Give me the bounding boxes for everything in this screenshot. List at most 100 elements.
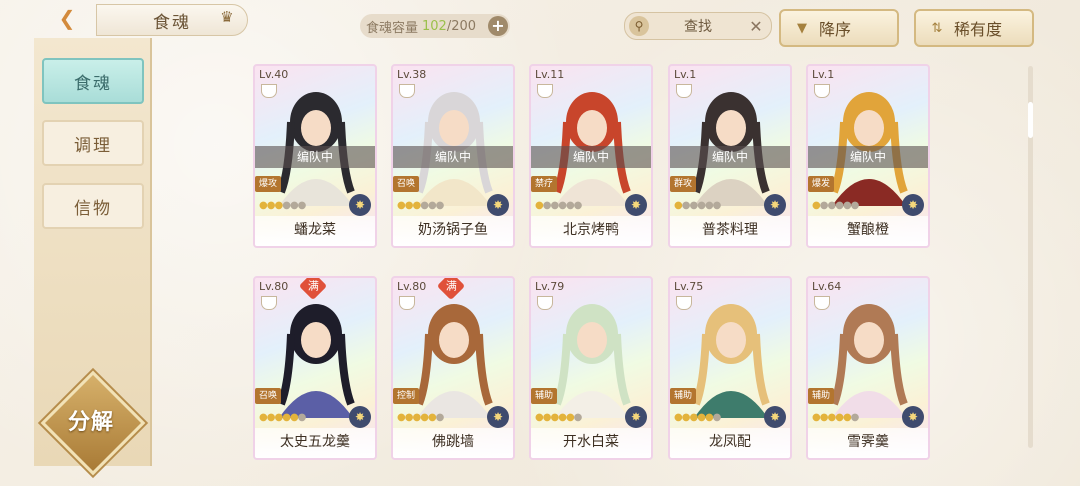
back-arrow-icon[interactable]: ❮ [52,6,82,30]
element-icon: ✸ [902,194,924,216]
element-icon: ✸ [487,194,509,216]
food-soul-card[interactable]: Lv.75 辅助 ●●●●●● ✸ 龙凤配 [668,276,792,460]
star-icon: ● [573,200,583,211]
role-badge: 群攻 [670,176,696,192]
in-team-banner: 编队中 [531,146,651,168]
character-name: 奶汤锅子鱼 [393,216,513,246]
food-soul-card[interactable]: Lv.38 编队中 召唤 ●●●●●● ✸ 奶汤锅子鱼 [391,64,515,248]
scrollbar-thumb[interactable] [1028,102,1033,138]
star-icon: ● [420,200,429,211]
element-icon: ✸ [764,406,786,428]
food-soul-card[interactable]: Lv.79 辅助 ●●●●●● ✸ 开水白菜 [529,276,653,460]
capacity-bar: 食魂容量 102 /200 + [360,14,510,38]
element-icon: ✸ [902,406,924,428]
star-icon: ● [704,200,714,211]
in-team-banner: 编队中 [808,146,928,168]
star-rating: ●●●●●● [535,200,583,211]
star-icon: ● [850,412,860,423]
star-rating: ●●●●●● [259,412,307,423]
star-icon: ● [712,200,722,211]
star-icon: ● [535,200,544,211]
element-icon: ✸ [349,194,371,216]
star-icon: ● [427,412,437,423]
character-name: 开水白菜 [531,428,651,458]
scrollbar[interactable] [1028,66,1033,448]
decompose-label[interactable]: 分解 [50,404,132,436]
sidebar-item-food-soul[interactable]: 食魂 [42,58,144,104]
star-icon: ● [565,412,575,423]
star-icon: ● [435,200,445,211]
sidebar-item-conditioning[interactable]: 调理 [42,120,144,166]
capacity-label: 食魂容量 [366,20,419,36]
star-icon: ● [674,412,683,423]
close-icon[interactable]: ✕ [747,17,765,36]
sidebar-item-keepsake[interactable]: 信物 [42,183,144,229]
role-badge: 辅助 [670,388,696,404]
element-icon: ✸ [625,406,647,428]
cup-icon [399,296,415,310]
cup-icon [261,84,277,98]
role-badge: 辅助 [808,388,834,404]
star-rating: ●●●●●● [812,200,859,211]
food-soul-card[interactable]: Lv.80 满召唤 ●●●●●● ✸ 太史五龙羹 [253,276,377,460]
star-icon: ● [259,412,268,423]
rarity-label: 稀有度 [954,20,1003,39]
in-team-banner: 编队中 [255,146,375,168]
star-icon: ● [558,200,567,211]
search-input[interactable]: ⚲ 查找 ✕ [624,12,772,40]
star-icon: ● [835,200,844,211]
star-icon: ● [535,412,544,423]
star-rating: ●●●●●● [397,200,445,211]
food-soul-card[interactable]: Lv.64 辅助 ●●●●●● ✸ 雪霁羹 [806,276,930,460]
star-rating: ●●●●●● [812,412,860,423]
star-icon: ● [697,200,706,211]
cup-icon [814,296,830,310]
star-icon: ● [812,412,821,423]
cup-icon [814,84,830,98]
food-soul-card[interactable]: Lv.40 编队中 爆攻 ●●●●●● ✸ 蟠龙菜 [253,64,377,248]
character-name: 雪霁羹 [808,428,928,458]
plus-icon[interactable]: + [488,16,508,36]
in-team-banner: 编队中 [670,146,790,168]
character-name: 北京烤鸭 [531,216,651,246]
food-soul-card[interactable]: Lv.80 满控制 ●●●●●● ✸ 佛跳墙 [391,276,515,460]
crown-icon[interactable]: ♛ [216,8,238,28]
character-name: 龙凤配 [670,428,790,458]
star-icon: ● [282,200,291,211]
star-icon: ● [558,412,567,423]
rarity-button[interactable]: ⇅ 稀有度 [914,9,1034,47]
character-name: 佛跳墙 [393,428,513,458]
star-icon: ● [397,412,406,423]
star-icon: ● [704,412,714,423]
sort-button[interactable]: ▼ 降序 [779,9,899,47]
capacity-current: 102 [422,18,447,34]
star-icon: ● [835,412,844,423]
star-icon: ● [297,412,307,423]
page-title-label: 食魂 [153,12,191,33]
capacity-max: /200 [446,18,477,34]
search-placeholder: 查找 [684,19,712,35]
star-icon: ● [842,200,852,211]
cup-icon [537,296,553,310]
food-soul-card[interactable]: Lv.1 编队中 群攻 ●●●●●● ✸ 普茶料理 [668,64,792,248]
star-icon: ● [812,200,821,211]
star-icon: ● [282,412,291,423]
food-soul-card[interactable]: Lv.1 编队中 爆发 ●●●●●● ✸ 蟹酿橙 [806,64,930,248]
element-icon: ✸ [625,194,647,216]
star-icon: ● [697,412,706,423]
in-team-banner: 编队中 [393,146,513,168]
element-icon: ✸ [764,194,786,216]
level-label: Lv.80 [397,280,427,293]
character-name: 蟠龙菜 [255,216,375,246]
cup-icon [676,84,692,98]
star-icon: ● [842,412,852,423]
level-label: Lv.1 [674,68,697,81]
character-name: 普茶料理 [670,216,790,246]
role-badge: 爆发 [808,176,834,192]
star-icon: ● [420,412,429,423]
level-label: Lv.40 [259,68,289,81]
triangle-down-icon: ▼ [797,20,807,36]
food-soul-card[interactable]: Lv.11 编队中 禁疗 ●●●●●● ✸ 北京烤鸭 [529,64,653,248]
star-icon: ● [573,412,583,423]
star-icon: ● [289,412,299,423]
